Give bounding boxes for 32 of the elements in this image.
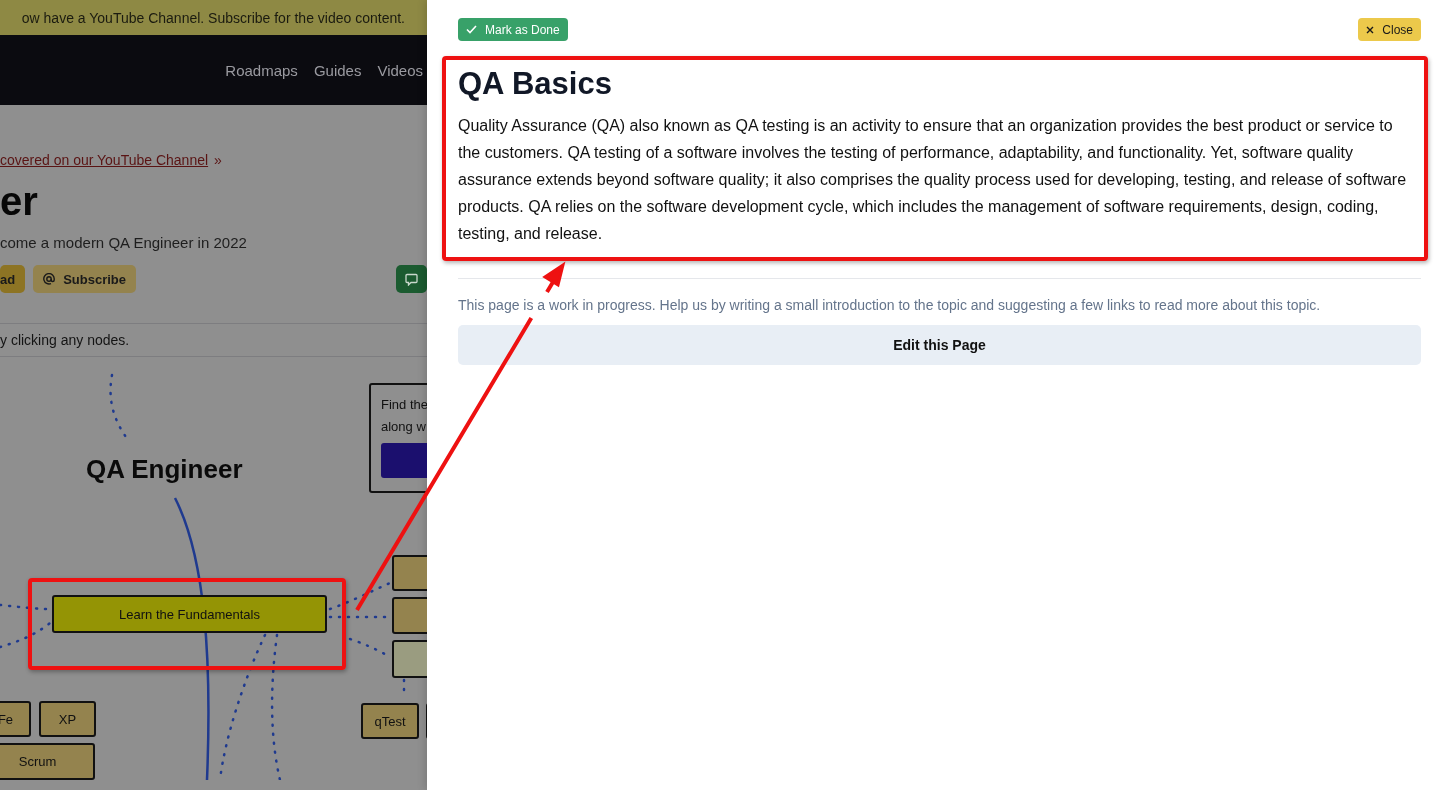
roadmap-node[interactable]: XP <box>39 701 96 737</box>
hint-text: y clicking any nodes. <box>0 323 427 357</box>
feedback-button[interactable] <box>396 265 427 293</box>
topic-description: Quality Assurance (QA) also known as QA testing is an activity to ensure that an organization provides the best product or service to the customers. QA testing of a software involves the testing of performance, adaptability, and functionality. Yet, software quality assurance extends beyond software quality; it also comprises the quality process used for developing, testing, and release of software products. QA relies on the software development cycle, which includes the management of software requirements, design, coding, testing, and release. <box>458 116 1408 244</box>
work-in-progress-note: This page is a work in progress. Help us by writing a small introduction to the topic and suggesting a few links to read more about this topic. <box>458 297 1322 313</box>
close-icon <box>1366 25 1375 34</box>
nav-link[interactable]: Videos <box>377 61 423 79</box>
subscribe-button[interactable]: Subscribe <box>33 265 137 293</box>
promo-text: along w <box>381 419 427 434</box>
youtube-link[interactable]: covered on our YouTube Channel <box>0 152 209 168</box>
roadmap-node[interactable] <box>392 555 427 591</box>
chat-bubble-icon <box>405 272 418 286</box>
topic-title: QA Basics <box>458 66 613 102</box>
nav-link[interactable]: Guides <box>313 61 362 79</box>
page-subtitle: come a modern QA Engineer in 2022 <box>0 234 248 251</box>
close-button[interactable]: Close <box>1358 18 1421 41</box>
at-sign-icon <box>43 273 56 285</box>
edit-page-button[interactable]: Edit this Page <box>458 325 1421 365</box>
announcement-text: ow have a YouTube Channel. Subscribe for the video content. <box>21 9 405 26</box>
nav-link[interactable]: Roadmaps <box>225 61 298 79</box>
roadmap-node[interactable] <box>392 597 427 634</box>
roadmap-node[interactable]: Scrum <box>0 743 95 780</box>
checkmark-icon <box>466 25 477 34</box>
roadmap-node[interactable]: qTest <box>361 703 419 739</box>
chevron-text: » <box>214 152 222 168</box>
roadmap-node[interactable] <box>392 640 427 678</box>
promo-text: Find the <box>381 397 427 412</box>
download-button[interactable]: ad <box>0 265 26 293</box>
roadmap-title: QA Engineer <box>86 454 243 485</box>
page-title: er <box>0 178 39 224</box>
mark-as-done-button[interactable]: Mark as Done <box>458 18 568 41</box>
roadmap-node[interactable]: Learn the Fundamentals <box>52 595 327 633</box>
